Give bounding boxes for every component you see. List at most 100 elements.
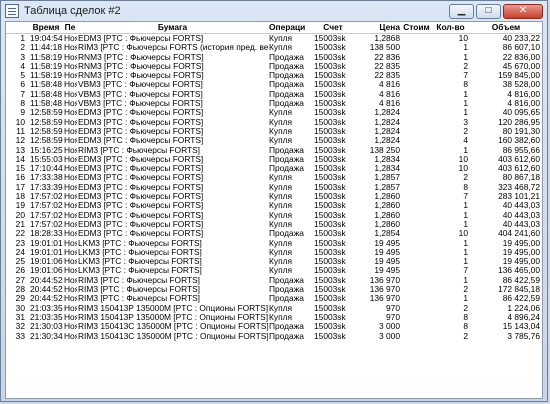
table-row[interactable]: 21 17:57:02НояEDM3 [PTC : Фьючерсы FORTS]… — [6, 220, 542, 229]
cell-quantity: 1 — [463, 247, 468, 257]
cell-quantity: 10 — [458, 33, 468, 43]
table-row[interactable]: 13 15:16:25НояRIM3 [PTC : Фьючерсы FORTS]… — [6, 146, 542, 155]
column-header-quantity[interactable]: Кол-во — [432, 22, 471, 34]
cell-cost — [401, 90, 432, 99]
cell-account: 15003sk — [314, 294, 346, 304]
cell-volume: 4 816,00 — [507, 99, 540, 109]
table-row[interactable]: 20 17:57:02НояEDM3 [PTC : Фьючерсы FORTS]… — [6, 211, 542, 220]
cell-cost — [401, 155, 432, 164]
table-row[interactable]: 6 11:58:48НояVBM3 [PTC : Фьючерсы FORTS] П… — [6, 80, 542, 89]
table-row[interactable]: 33 21:30:34НояRIM3 150413C 135000M [PTC :… — [6, 332, 542, 341]
cell-period: Ноя — [64, 154, 77, 164]
close-icon: ✕ — [518, 5, 528, 16]
cell-operation: Купля — [269, 182, 293, 192]
table-row[interactable]: 26 19:01:06НояLKM3 [PTC : Фьючерсы FORTS]… — [6, 266, 542, 275]
cell-cost — [401, 118, 432, 127]
table-row[interactable]: 12 12:58:59НояEDM3 [PTC : Фьючерсы FORTS]… — [6, 136, 542, 145]
close-button[interactable]: ✕ — [503, 3, 543, 19]
column-header-account[interactable]: Счет — [313, 22, 353, 34]
cell-period: Ноя — [64, 43, 77, 53]
table-row[interactable]: 19 17:57:02НояEDM3 [PTC : Фьючерсы FORTS]… — [6, 201, 542, 210]
table-row[interactable]: 8 11:58:48НояVBM3 [PTC : Фьючерсы FORTS] П… — [6, 99, 542, 108]
cell-account: 15003sk — [314, 52, 346, 62]
cell-index: 11 — [16, 126, 25, 136]
cell-account: 15003sk — [314, 164, 346, 174]
cell-security: RIM3 150413C 135000M [PTC : Опционы FORT… — [78, 331, 268, 341]
column-header-operation[interactable]: Операци — [268, 22, 313, 34]
cell-price: 19 495 — [374, 266, 400, 276]
table-row[interactable]: 32 21:30:03НояRIM3 150413C 135000M [PTC :… — [6, 322, 542, 331]
cell-cost — [401, 192, 432, 201]
table-row[interactable]: 1 19:04:54НояEDM3 [PTC : Фьючерсы FORTS] К… — [6, 34, 542, 44]
column-header-time[interactable]: Время — [29, 22, 63, 34]
table-row[interactable]: 2 11:44:18НояRIM3 [PTC : Фьючерсы FORTS (… — [6, 43, 542, 52]
column-header-security[interactable]: Бумага — [77, 22, 268, 34]
table-row[interactable]: 29 20:44:52НояRIM3 [PTC : Фьючерсы FORTS]… — [6, 294, 542, 303]
table-row[interactable]: 31 21:03:35НояRIM3 150413P 135000M [PTC :… — [6, 313, 542, 322]
cell-volume: 19 495,00 — [502, 238, 540, 248]
table-row[interactable]: 11 12:58:59НояEDM3 [PTC : Фьючерсы FORTS]… — [6, 127, 542, 136]
cell-period: Ноя — [64, 266, 77, 276]
cell-time: 17:57:02 — [30, 210, 63, 220]
table-row[interactable]: 15 17:10:44НояEDM3 [PTC : Фьючерсы FORTS]… — [6, 164, 542, 173]
cell-time: 21:30:34 — [30, 331, 63, 341]
cell-operation: Купля — [269, 257, 293, 267]
cell-security: RNM3 [PTC : Фьючерсы FORTS] — [78, 52, 204, 62]
cell-cost — [401, 294, 432, 303]
cell-volume: 3 785,76 — [507, 331, 540, 341]
cell-period: Ноя — [64, 210, 77, 220]
column-header-index[interactable] — [6, 22, 29, 34]
table-row[interactable]: 30 21:03:35НояRIM3 150413P 135000M [PTC :… — [6, 304, 542, 313]
table-row[interactable]: 10 12:58:59НояEDM3 [PTC : Фьючерсы FORTS]… — [6, 118, 542, 127]
cell-quantity: 1 — [463, 210, 468, 220]
cell-index: 25 — [15, 257, 25, 267]
title-bar[interactable]: Таблица сделок #2 ▁ □ ✕ — [1, 1, 547, 21]
table-row[interactable]: 24 19:01:01НояLKM3 [PTC : Фьючерсы FORTS]… — [6, 248, 542, 257]
minimize-button[interactable]: ▁ — [449, 3, 474, 19]
cell-index: 20 — [15, 210, 25, 220]
cell-account: 15003sk — [314, 182, 346, 192]
cell-volume: 4 896,24 — [507, 312, 540, 322]
maximize-button[interactable]: □ — [476, 3, 501, 19]
cell-cost — [401, 266, 432, 275]
table-row[interactable]: 14 15:55:03НояEDM3 [PTC : Фьючерсы FORTS]… — [6, 155, 542, 164]
cell-operation: Продажа — [269, 61, 304, 71]
table-row[interactable]: 9 12:58:59НояEDM3 [PTC : Фьючерсы FORTS] К… — [6, 108, 542, 117]
table-row[interactable]: 17 17:33:39НояEDM3 [PTC : Фьючерсы FORTS]… — [6, 183, 542, 192]
cell-time: 21:03:35 — [30, 303, 63, 313]
column-header-period[interactable]: Пе — [63, 22, 77, 34]
cell-account: 15003sk — [314, 229, 346, 239]
table-row[interactable]: 16 17:33:38НояEDM3 [PTC : Фьючерсы FORTS]… — [6, 173, 542, 182]
table-row[interactable]: 23 19:01:01НояLKM3 [PTC : Фьючерсы FORTS]… — [6, 239, 542, 248]
table-row[interactable]: 3 11:58:19НояRNM3 [PTC : Фьючерсы FORTS] П… — [6, 53, 542, 62]
cell-cost — [401, 322, 432, 331]
table-row[interactable]: 18 17:57:02НояEDM3 [PTC : Фьючерсы FORTS]… — [6, 192, 542, 201]
cell-cost — [401, 146, 432, 155]
table-row[interactable]: 7 11:58:48НояVBM3 [PTC : Фьючерсы FORTS] П… — [6, 90, 542, 99]
table-row[interactable]: 4 11:58:19НояRNM3 [PTC : Фьючерсы FORTS] П… — [6, 62, 542, 71]
column-header-price[interactable]: Цена — [353, 22, 401, 34]
trades-table-area[interactable]: Время Пе Бумага Операци Счет Цена Стоим … — [5, 21, 543, 399]
table-row[interactable]: 27 20:44:52НояRIM3 [PTC : Фьючерсы FORTS]… — [6, 276, 542, 285]
cell-quantity: 7 — [463, 192, 468, 202]
cell-security: EDM3 [PTC : Фьючерсы FORTS] — [78, 117, 204, 127]
table-row[interactable]: 5 11:58:19НояRNM3 [PTC : Фьючерсы FORTS] П… — [6, 71, 542, 80]
cell-index: 33 — [15, 331, 25, 341]
cell-cost — [401, 53, 432, 62]
table-row[interactable]: 25 19:01:06НояLKM3 [PTC : Фьючерсы FORTS]… — [6, 257, 542, 266]
cell-price: 22 835 — [374, 71, 400, 81]
column-header-volume[interactable]: Объем — [471, 22, 542, 34]
cell-security: RIM3 [PTC : Фьючерсы FORTS (история пред… — [78, 43, 268, 53]
cell-period: Ноя — [64, 303, 77, 313]
column-header-cost[interactable]: Стоим — [401, 22, 432, 34]
cell-account: 15003sk — [314, 266, 346, 276]
table-row[interactable]: 22 18:28:33НояEDM3 [PTC : Фьючерсы FORTS]… — [6, 229, 542, 238]
cell-volume: 120 286,95 — [498, 117, 540, 127]
table-row[interactable]: 28 20:44:52НояRIM3 [PTC : Фьючерсы FORTS]… — [6, 285, 542, 294]
cell-security: EDM3 [PTC : Фьючерсы FORTS] — [78, 108, 204, 118]
cell-price: 3 000 — [379, 322, 400, 332]
cell-time: 19:04:54 — [30, 33, 63, 43]
cell-period: Ноя — [64, 322, 77, 332]
cell-index: 21 — [15, 219, 25, 229]
cell-operation: Купля — [269, 126, 293, 136]
